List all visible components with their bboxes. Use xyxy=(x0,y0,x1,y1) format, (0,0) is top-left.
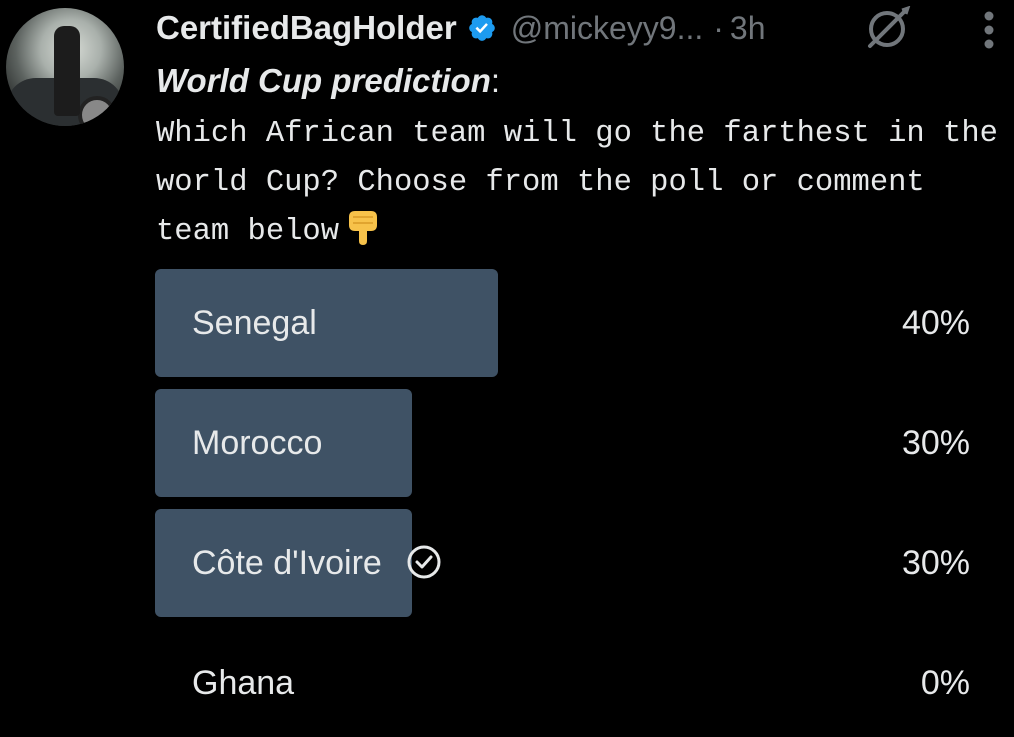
poll-option-label-text: Côte d'Ivoire xyxy=(192,544,382,582)
tweet-title-text: World Cup prediction xyxy=(156,62,491,99)
more-options-icon[interactable] xyxy=(978,10,1000,50)
tweet-header: CertifiedBagHolder @mickeyy9... · 3h xyxy=(156,6,765,50)
poll-option-label-text: Senegal xyxy=(192,304,317,342)
avatar-person-shape xyxy=(54,26,80,116)
poll-option[interactable]: Morocco 30% xyxy=(155,389,970,497)
poll-option[interactable]: Ghana 0% xyxy=(155,629,970,737)
poll-option-label-text: Morocco xyxy=(192,424,323,462)
poll-option-percent: 30% xyxy=(901,424,970,462)
tweet-title: World Cup prediction: xyxy=(156,62,500,100)
timestamp[interactable]: 3h xyxy=(730,10,766,47)
poll-option-percent: 30% xyxy=(901,544,970,582)
separator-dot: · xyxy=(713,9,724,46)
poll-option-label: Senegal xyxy=(192,269,317,377)
author-name[interactable]: CertifiedBagHolder xyxy=(156,9,457,47)
poll-option-label: Côte d'Ivoire xyxy=(192,509,442,617)
poll-option[interactable]: Côte d'Ivoire 30% xyxy=(155,509,970,617)
poll-option-percent: 0% xyxy=(920,664,970,702)
backhand-index-pointing-down-icon xyxy=(349,211,378,245)
tweet-body: Which African team will go the farthest … xyxy=(156,110,1006,257)
voted-checkmark-icon xyxy=(407,545,441,579)
author-handle[interactable]: @mickeyy9... xyxy=(511,10,704,47)
tweet-body-text: Which African team will go the farthest … xyxy=(156,117,998,249)
tweet-title-colon: : xyxy=(490,62,501,99)
author-avatar[interactable] xyxy=(6,8,124,126)
avatar-wheel-shape xyxy=(78,96,116,126)
poll-option-label: Ghana xyxy=(192,629,294,737)
poll-option-label-text: Ghana xyxy=(192,664,295,702)
poll-option[interactable]: Senegal 40% xyxy=(155,269,970,377)
grok-icon[interactable] xyxy=(864,6,914,50)
poll-option-label: Morocco xyxy=(192,389,322,497)
poll-option-percent: 40% xyxy=(901,304,970,342)
verified-badge-icon xyxy=(468,15,495,41)
